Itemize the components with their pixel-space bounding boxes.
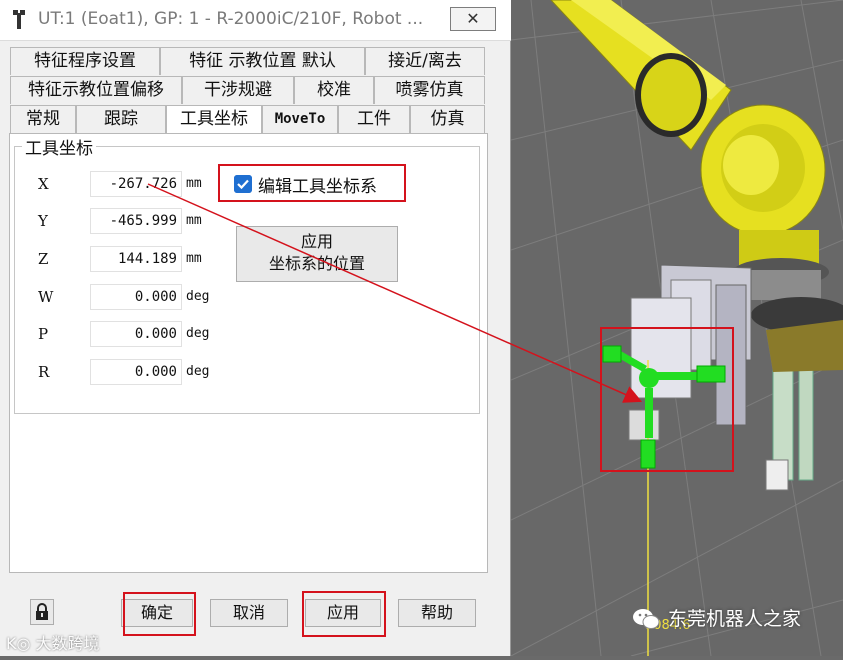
help-button[interactable]: 帮助	[398, 599, 476, 627]
lock-icon	[36, 603, 48, 620]
title-bar[interactable]: UT:1 (Eoat1), GP: 1 - R-2000iC/210F, Rob…	[0, 0, 511, 41]
field-r-label: R	[38, 363, 50, 381]
tab-calibration[interactable]: 校准	[294, 76, 374, 104]
tab-feature-teach-offset[interactable]: 特征示教位置偏移	[10, 76, 182, 104]
edit-tool-frame-label: 编辑工具坐标系	[258, 177, 377, 197]
robot-scene	[510, 0, 843, 657]
tool-icon	[13, 10, 25, 29]
field-z-unit: mm	[186, 251, 202, 266]
tab-spray-simulation[interactable]: 喷雾仿真	[374, 76, 485, 104]
tab-interference-avoidance[interactable]: 干涉规避	[182, 76, 294, 104]
window-title: UT:1 (Eoat1), GP: 1 - R-2000iC/210F, Rob…	[38, 9, 424, 29]
tab-simulation[interactable]: 仿真	[410, 105, 485, 133]
field-p-unit: deg	[186, 326, 210, 341]
tab-row-2: 特征示教位置偏移 干涉规避 校准 喷雾仿真	[10, 76, 485, 104]
close-button[interactable]: ✕	[450, 7, 496, 31]
groupbox-title: 工具坐标	[22, 134, 96, 159]
tab-row-3: 常规 跟踪 工具坐标 MoveTo 工件 仿真	[10, 105, 485, 135]
field-x-label: X	[38, 175, 49, 193]
field-z-input[interactable]: 144.189	[90, 246, 182, 272]
field-y-label: Y	[38, 212, 48, 230]
watermark-left-text: 大数跨境	[35, 634, 100, 653]
tab-moveto[interactable]: MoveTo	[262, 105, 338, 133]
field-w-input[interactable]: 0.000	[90, 284, 182, 310]
tab-feature-program-settings[interactable]: 特征程序设置	[10, 47, 160, 75]
apply-frame-position-line2: 坐标系的位置	[268, 254, 365, 273]
watermark-left: K◎ 大数跨境	[6, 630, 100, 654]
field-p-input[interactable]: 0.000	[90, 321, 182, 347]
field-p-label: P	[38, 325, 49, 343]
apply-button[interactable]: 应用	[305, 599, 381, 627]
ok-button[interactable]: 确定	[121, 599, 193, 627]
wechat-icon	[633, 609, 660, 629]
apply-frame-position-button[interactable]: 应用 坐标系的位置	[236, 226, 398, 282]
cancel-button[interactable]: 取消	[210, 599, 288, 627]
tab-approach-retreat[interactable]: 接近/离去	[365, 47, 485, 75]
field-y-unit: mm	[186, 213, 202, 228]
field-w-label: W	[38, 288, 54, 306]
checkmark-icon	[234, 175, 252, 193]
tab-general[interactable]: 常规	[10, 105, 76, 133]
3d-viewport[interactable]: 1084.6	[510, 0, 843, 657]
field-z-label: Z	[38, 250, 49, 268]
field-w-unit: deg	[186, 289, 210, 304]
lock-button[interactable]	[30, 599, 54, 625]
field-x-unit: mm	[186, 176, 202, 191]
tab-row-1: 特征程序设置 特征 示教位置 默认 接近/离去	[10, 47, 485, 75]
tab-tracking[interactable]: 跟踪	[76, 105, 166, 133]
watermark-right-text: 东莞机器人之家	[668, 608, 802, 630]
field-y-input[interactable]: -465.999	[90, 208, 182, 234]
field-r-input[interactable]: 0.000	[90, 359, 182, 385]
tab-workpiece[interactable]: 工件	[338, 105, 410, 133]
tool-frame-dialog: UT:1 (Eoat1), GP: 1 - R-2000iC/210F, Rob…	[0, 0, 511, 656]
tab-tool-frame[interactable]: 工具坐标	[166, 105, 262, 135]
apply-frame-position-line1: 应用	[300, 232, 333, 251]
watermark-left-logo: K◎	[6, 634, 36, 653]
field-x-input[interactable]: -267.726	[90, 171, 182, 197]
tab-feature-teach-position-default[interactable]: 特征 示教位置 默认	[160, 47, 365, 75]
field-r-unit: deg	[186, 364, 210, 379]
